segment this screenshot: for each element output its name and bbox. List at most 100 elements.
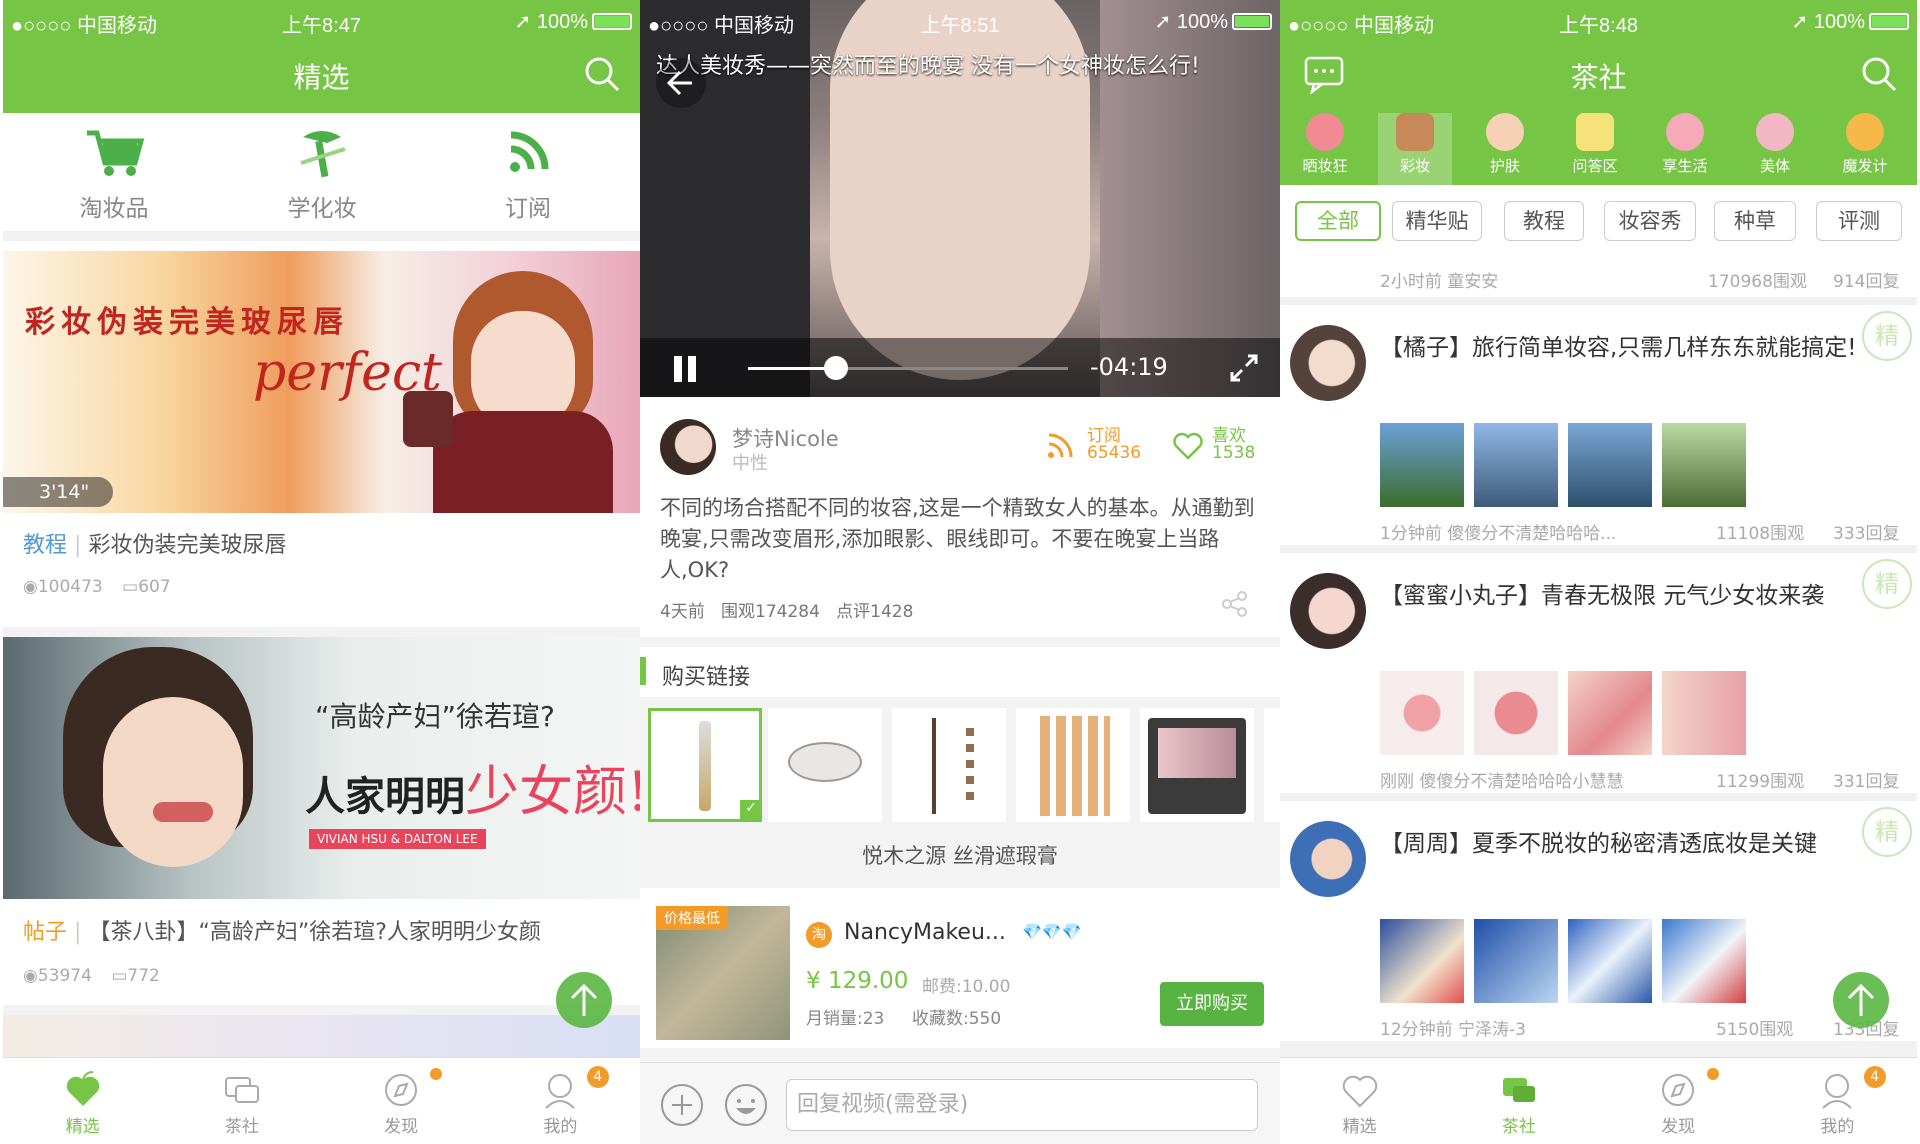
screen-video-detail: ●○○○○ 中国移动 上午8:51 ➚ 100% 达人美妆秀——突然而至的晚宴 … bbox=[640, 0, 1280, 1144]
add-icon[interactable] bbox=[660, 1083, 704, 1127]
category-tag[interactable]: 帖子 bbox=[23, 920, 67, 945]
progress-thumb[interactable] bbox=[824, 356, 848, 380]
page-title: 精选 bbox=[293, 62, 350, 93]
buy-section-header: 购买链接 bbox=[640, 647, 1280, 697]
lowest-price-tag: 价格最低 bbox=[656, 906, 728, 930]
category-item[interactable]: 美体 bbox=[1738, 113, 1812, 176]
hair-icon bbox=[1846, 113, 1884, 151]
filter-recommend[interactable]: 种草 bbox=[1714, 201, 1796, 241]
banner-heading: 彩妆伪装完美玻尿唇 bbox=[25, 305, 349, 340]
filter-essence[interactable]: 精华贴 bbox=[1392, 201, 1482, 241]
product-thumb[interactable] bbox=[1016, 708, 1130, 822]
article-card[interactable]: “高龄产妇”徐若瑄? 人家明明少女颜! VIVIAN HSU & DALTON … bbox=[3, 627, 640, 995]
quick-entry-shop[interactable]: 淘妆品 bbox=[39, 127, 189, 223]
status-bar: ●○○○○ 中国移动 上午8:48 ➚ 100% bbox=[1280, 0, 1917, 38]
filter-all[interactable]: 全部 bbox=[1295, 201, 1381, 241]
message-count-badge: 4 bbox=[586, 1066, 609, 1088]
back-button[interactable] bbox=[656, 58, 706, 108]
shop-listing[interactable]: 价格最低 淘 NancyMakeu... 💎💎💎 ¥ 129.00 邮费:10.… bbox=[640, 888, 1280, 1048]
category-item[interactable]: 晒妆狂 bbox=[1288, 113, 1362, 176]
tab-tea-club[interactable]: 茶社 bbox=[162, 1058, 321, 1144]
like-button[interactable]: 喜欢 1538 bbox=[1172, 421, 1272, 471]
search-icon[interactable] bbox=[582, 54, 622, 94]
fullscreen-icon[interactable] bbox=[1228, 352, 1260, 384]
avatar[interactable] bbox=[1290, 325, 1366, 401]
product-thumb-selected[interactable]: ✓ bbox=[648, 708, 762, 822]
emoji-icon[interactable] bbox=[724, 1083, 768, 1127]
quick-entry-label: 淘妆品 bbox=[79, 196, 149, 222]
category-tag[interactable]: 教程 bbox=[23, 533, 67, 558]
price: ¥ 129.00 bbox=[806, 968, 909, 994]
post-image bbox=[1474, 671, 1558, 755]
post-title: 【周周】夏季不脱妆的秘密清透底妆是关键 bbox=[1380, 831, 1817, 857]
avatar[interactable] bbox=[1290, 821, 1366, 897]
battery-status: ➚ 100% bbox=[515, 9, 632, 34]
banner-model-photo bbox=[403, 261, 623, 513]
filter-looks[interactable]: 妆容秀 bbox=[1604, 201, 1696, 241]
tab-me[interactable]: 我的 4 bbox=[481, 1058, 640, 1144]
subscribe-button[interactable]: 订阅 65436 bbox=[1045, 421, 1145, 471]
filter-tutorial[interactable]: 教程 bbox=[1504, 201, 1584, 241]
category-item-selected[interactable]: 彩妆 bbox=[1378, 113, 1452, 185]
next-card-preview bbox=[3, 1005, 640, 1057]
category-item[interactable]: 享生活 bbox=[1648, 113, 1722, 176]
battery-icon bbox=[1869, 13, 1909, 30]
compass-icon bbox=[1662, 1074, 1695, 1106]
product-thumb[interactable] bbox=[1264, 708, 1280, 822]
quick-entry-subscribe[interactable]: 订阅 bbox=[453, 127, 603, 223]
reply-input[interactable]: 回复视频(需登录) bbox=[786, 1079, 1258, 1131]
favorites-count: 收藏数:550 bbox=[912, 1009, 1002, 1029]
author-gender: 中性 bbox=[732, 453, 768, 474]
time-remaining: -04:19 bbox=[1090, 353, 1168, 381]
post-meta: 12分钟前 宁泽涛-3 bbox=[1380, 1020, 1526, 1040]
tab-featured[interactable]: 精选 bbox=[1280, 1058, 1439, 1144]
rss-icon bbox=[1048, 433, 1073, 458]
screen-tea-club: ●○○○○ 中国移动 上午8:48 ➚ 100% 茶社 晒妆狂 彩妆 护肤 问答… bbox=[1280, 0, 1917, 1144]
article-card[interactable]: 彩妆伪装完美玻尿唇 perfect 3'14" 教程 | 彩妆伪装完美玻尿唇 ◉… bbox=[3, 251, 640, 617]
tab-discover[interactable]: 发现 bbox=[322, 1058, 481, 1144]
product-thumb[interactable] bbox=[1140, 708, 1254, 822]
face-icon bbox=[1486, 113, 1524, 151]
post-card[interactable]: 【周周】夏季不脱妆的秘密清透底妆是关键 精 12分钟前 宁泽涛-3 5150围观… bbox=[1280, 801, 1917, 1041]
product-thumb[interactable] bbox=[768, 708, 882, 822]
heart-leaf-icon bbox=[1342, 1075, 1377, 1108]
user-avatar-icon bbox=[1822, 1074, 1853, 1109]
post-image bbox=[1474, 919, 1558, 1003]
buy-now-button[interactable]: 立即购买 bbox=[1160, 982, 1264, 1026]
pause-icon[interactable] bbox=[670, 354, 700, 384]
category-item[interactable]: 魔发计 bbox=[1828, 113, 1902, 176]
post-image bbox=[1568, 671, 1652, 755]
filter-review[interactable]: 评测 bbox=[1816, 201, 1902, 241]
tab-me[interactable]: 我的 4 bbox=[1758, 1058, 1917, 1144]
category-item[interactable]: 护肤 bbox=[1468, 113, 1542, 176]
scroll-top-button[interactable] bbox=[556, 972, 612, 1028]
category-bar: 晒妆狂 彩妆 护肤 问答区 享生活 美体 魔发计 bbox=[1280, 113, 1917, 185]
prev-post-meta: 2小时前 童安安 170968围观 914回复 bbox=[1280, 253, 1917, 297]
category-item[interactable]: 问答区 bbox=[1558, 113, 1632, 176]
post-card[interactable]: 【蜜蜜小丸子】青春无极限 元气少女妆来袭 精 刚刚 傻傻分不清楚哈哈哈小慧慧 1… bbox=[1280, 553, 1917, 793]
avatar[interactable] bbox=[1290, 573, 1366, 649]
video-player[interactable]: ●○○○○ 中国移动 上午8:51 ➚ 100% 达人美妆秀——突然而至的晚宴 … bbox=[640, 0, 1280, 397]
battery-icon bbox=[592, 13, 632, 30]
view-icon: ◉ bbox=[23, 577, 38, 597]
product-thumb[interactable] bbox=[892, 708, 1006, 822]
scroll-top-button[interactable] bbox=[1833, 972, 1889, 1028]
quick-entry-learn[interactable]: 学化妆 bbox=[247, 127, 397, 223]
progress-track[interactable] bbox=[748, 356, 1068, 380]
status-bar: ●○○○○ 中国移动 上午8:51 ➚ 100% bbox=[640, 0, 1280, 38]
tab-tea-club[interactable]: 茶社 bbox=[1439, 1058, 1598, 1144]
compass-icon bbox=[385, 1074, 418, 1106]
tab-bar: 精选 茶社 发现 我的 4 bbox=[3, 1057, 640, 1144]
avatar[interactable] bbox=[660, 419, 716, 475]
chat-icon bbox=[1502, 1078, 1535, 1102]
search-icon[interactable] bbox=[1859, 54, 1899, 94]
body-icon bbox=[1756, 113, 1794, 151]
post-card[interactable]: 【橘子】旅行简单妆容,只需几样东东就能搞定! 精 1分钟前 傻傻分不清楚哈哈哈.… bbox=[1280, 305, 1917, 545]
article-title-row: 教程 | 彩妆伪装完美玻尿唇 bbox=[23, 533, 287, 558]
video-meta: 4天前 围观174284 点评1428 bbox=[660, 602, 914, 622]
post-meta: 刚刚 傻傻分不清楚哈哈哈小慧慧 bbox=[1380, 772, 1624, 792]
tab-featured[interactable]: 精选 bbox=[3, 1058, 162, 1144]
tab-discover[interactable]: 发现 bbox=[1599, 1058, 1758, 1144]
share-icon[interactable] bbox=[1220, 589, 1250, 619]
page-title: 茶社 bbox=[1570, 62, 1627, 93]
